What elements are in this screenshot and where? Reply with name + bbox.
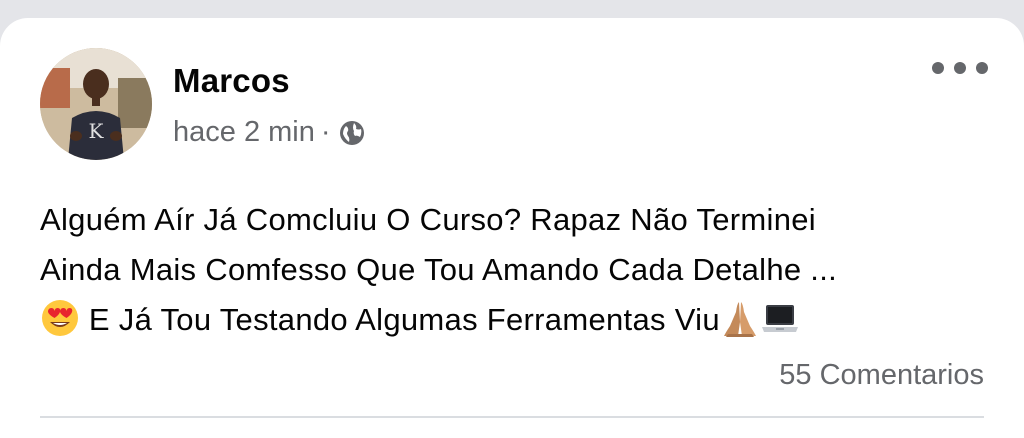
post-text-line-with-emojis: E Já Tou Testando Algumas Ferramentas Vi…	[40, 295, 990, 345]
svg-text:K: K	[89, 119, 105, 143]
more-dot	[932, 62, 944, 74]
praying-hands-emoji	[720, 298, 760, 338]
post-meta: hace 2 min ·	[173, 116, 367, 149]
post-text-line: Ainda Mais Comfesso Que Tou Amando Cada …	[40, 252, 838, 287]
meta-separator: ·	[320, 116, 331, 148]
laptop-emoji	[760, 298, 800, 338]
post-text: Alguém Aír Já Comcluiu O Curso? Rapaz Nã…	[40, 195, 990, 345]
post-author-name[interactable]: Marcos	[173, 62, 290, 100]
more-dot	[976, 62, 988, 74]
more-dot	[954, 62, 966, 74]
post-timestamp[interactable]: hace 2 min	[173, 116, 315, 149]
avatar[interactable]: K	[40, 48, 152, 160]
heart-eyes-emoji	[40, 298, 80, 338]
divider	[40, 416, 984, 418]
post-card: K Marcos hace 2 min · Alguém Aír Já Comc…	[0, 18, 1024, 438]
globe-icon	[337, 118, 367, 148]
post-text-line: Alguém Aír Já Comcluiu O Curso? Rapaz Nã…	[40, 202, 816, 237]
post-text-line: E Já Tou Testando Algumas Ferramentas Vi…	[88, 302, 720, 337]
more-options-icon[interactable]	[932, 58, 988, 78]
comments-count-link[interactable]: 55 Comentarios	[779, 359, 984, 392]
